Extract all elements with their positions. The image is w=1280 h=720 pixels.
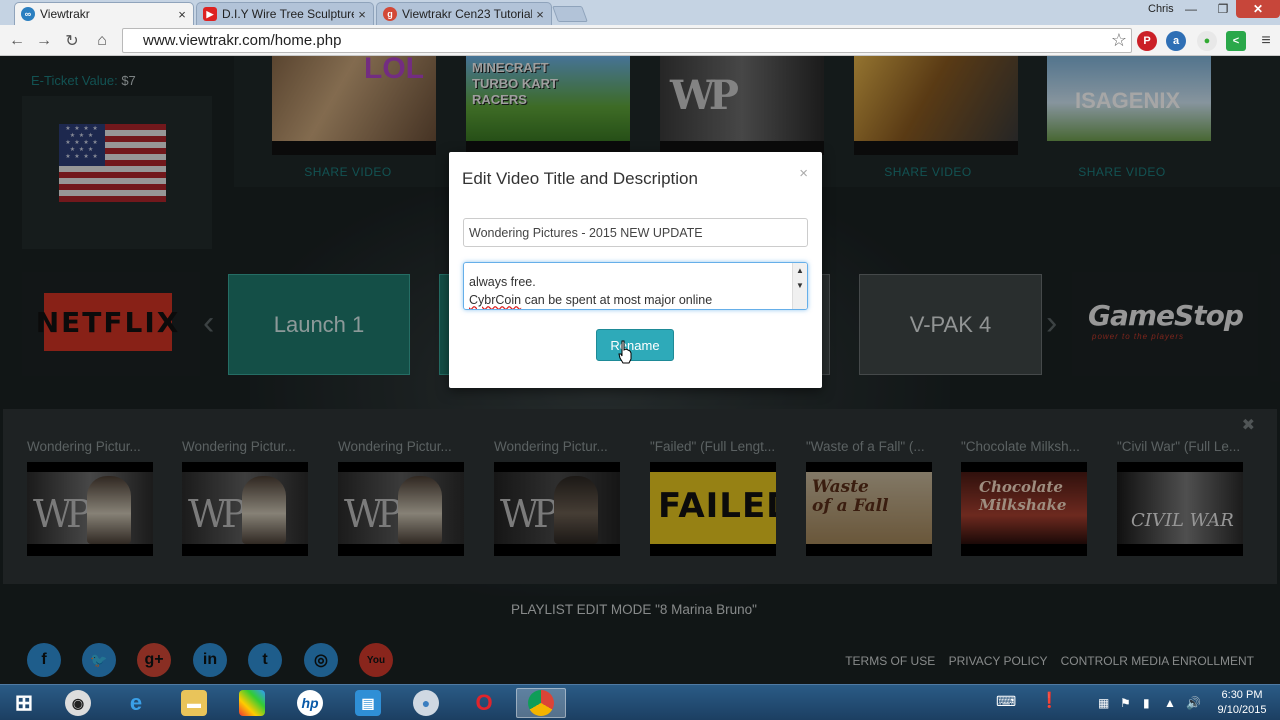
description-line: ~ ~ ~ ~ ~ ~ ~ ~ ~ ~ ~ ~ ~: [469, 263, 789, 273]
file-explorer-icon: ▬: [181, 690, 207, 716]
taskbar-app-chrome[interactable]: [516, 688, 566, 718]
chrome-icon: [528, 690, 554, 716]
video-description-textarea[interactable]: ~ ~ ~ ~ ~ ~ ~ ~ ~ ~ ~ ~ ~ always free. C…: [463, 262, 808, 310]
textarea-scrollbar[interactable]: ▲ ▼: [792, 263, 807, 309]
taskbar-app[interactable]: hp: [292, 688, 328, 718]
flag-icon[interactable]: ⚑: [1120, 696, 1131, 710]
close-tab-icon[interactable]: ×: [174, 7, 190, 22]
google-plus-favicon-icon: g: [383, 7, 397, 21]
taskbar-app[interactable]: ◉: [60, 688, 96, 718]
alert-icon[interactable]: ❗: [1040, 691, 1059, 709]
tab-diy-wire-tree[interactable]: ▶ D.I.Y Wire Tree Sculpture ×: [196, 2, 374, 25]
bookmark-star-icon[interactable]: ☆: [1111, 30, 1127, 51]
windows-taskbar: ⊞ ◉ e ▬ hp ▤ ● O ⌨ ❗ ▦ ⚑ ▮ ▲ 🔊 6:30 PM 9…: [0, 684, 1280, 720]
close-tab-icon[interactable]: ×: [354, 7, 370, 22]
minimize-icon[interactable]: —: [1180, 0, 1202, 18]
profile-name[interactable]: Chris: [1148, 3, 1174, 15]
browser-tab-bar: ∞ Viewtrakr × ▶ D.I.Y Wire Tree Sculptur…: [0, 0, 1280, 25]
modal-title: Edit Video Title and Description: [462, 169, 698, 188]
hand-cursor-icon: [618, 340, 632, 364]
menu-icon[interactable]: ≡: [1256, 31, 1276, 51]
circle-extension-icon[interactable]: ●: [1197, 31, 1217, 51]
new-tab-button[interactable]: [552, 6, 588, 22]
media-app-icon: [239, 690, 265, 716]
chrome-grey-icon: ●: [413, 690, 439, 716]
description-line: always free.: [469, 275, 536, 289]
address-bar[interactable]: www.viewtrakr.com/home.php ☆: [122, 28, 1132, 53]
rename-button[interactable]: Rename: [596, 329, 674, 361]
keyboard-icon[interactable]: ⌨: [996, 693, 1016, 710]
edit-video-modal: Edit Video Title and Description × ~ ~ ~…: [449, 152, 822, 388]
browser-toolbar: ← → ↻ ⌂ www.viewtrakr.com/home.php ☆ P a…: [0, 25, 1280, 56]
viewtrakr-favicon-icon: ∞: [21, 7, 35, 21]
taskbar-app[interactable]: ▬: [176, 688, 212, 718]
windows-logo-icon: ⊞: [14, 690, 34, 715]
start-button[interactable]: ⊞: [6, 688, 42, 718]
taskbar-app[interactable]: ▤: [350, 688, 386, 718]
taskbar-app[interactable]: e: [118, 688, 154, 718]
taskbar-app[interactable]: O: [466, 688, 502, 718]
back-arrow-icon[interactable]: ←: [7, 31, 27, 51]
scroll-up-icon[interactable]: ▲: [796, 266, 804, 275]
taskbar-app[interactable]: ●: [408, 688, 444, 718]
close-icon[interactable]: ×: [799, 165, 808, 182]
system-clock[interactable]: 6:30 PM 9/10/2015: [1214, 688, 1270, 718]
share-extension-icon[interactable]: <: [1226, 31, 1246, 51]
signal-icon[interactable]: ▲: [1164, 696, 1176, 710]
tab-viewtrakr[interactable]: ∞ Viewtrakr ×: [14, 2, 194, 25]
video-title-input[interactable]: [463, 218, 808, 247]
restore-icon[interactable]: ❐: [1212, 0, 1234, 18]
tab-viewtrakr-tutorial[interactable]: g Viewtrakr Cen23 Tutorial ×: [376, 2, 552, 25]
webcam-icon: ◉: [65, 690, 91, 716]
home-icon[interactable]: ⌂: [92, 31, 112, 51]
battery-icon[interactable]: ▮: [1143, 696, 1150, 710]
opera-icon: O: [475, 690, 493, 715]
scroll-down-icon[interactable]: ▼: [796, 281, 804, 290]
close-tab-icon[interactable]: ×: [532, 7, 548, 22]
store-icon: ▤: [355, 690, 381, 716]
window-close-icon[interactable]: ✕: [1236, 0, 1280, 18]
internet-explorer-icon: e: [129, 690, 143, 715]
a-extension-icon[interactable]: a: [1166, 31, 1186, 51]
pinterest-extension-icon[interactable]: P: [1137, 31, 1157, 51]
hp-icon: hp: [297, 690, 323, 716]
description-line: CybrCoin can be spent at most major onli…: [469, 293, 713, 307]
forward-arrow-icon[interactable]: →: [34, 31, 54, 51]
youtube-favicon-icon: ▶: [203, 7, 217, 21]
taskbar-app[interactable]: [234, 688, 270, 718]
reload-icon[interactable]: ↻: [62, 31, 82, 51]
network-icon[interactable]: ▦: [1098, 696, 1109, 710]
volume-icon[interactable]: 🔊: [1186, 696, 1201, 710]
